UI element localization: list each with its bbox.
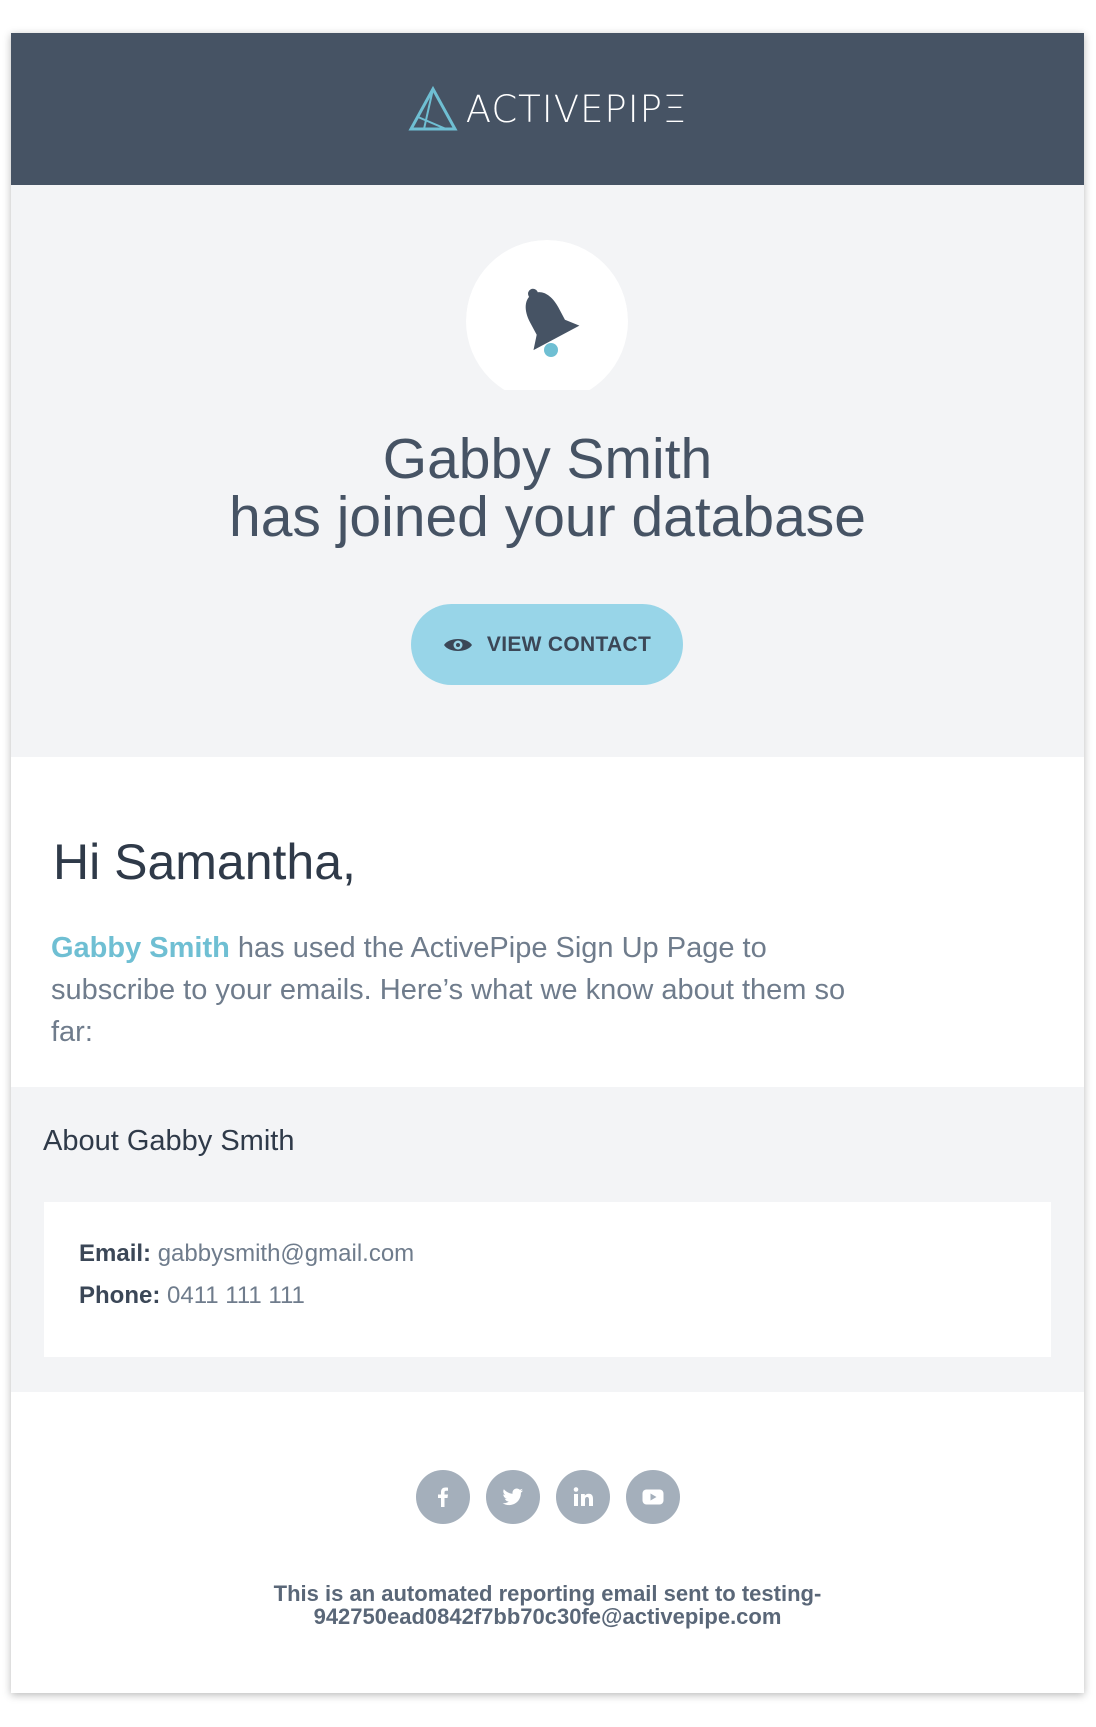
hero-title-name: Gabby Smith (382, 427, 713, 491)
email-container: ACTIVEPIPΞ Gabby Smith has joined your d… (11, 33, 1084, 1693)
footer-note-line2[interactable]: 942750ead0842f7bb70c30fe@activepipe.com (11, 1605, 1084, 1628)
hero-title-subtitle: has joined your database (229, 485, 866, 549)
greeting-salutation: Hi Samantha, (53, 834, 356, 890)
youtube-icon[interactable] (625, 1470, 680, 1524)
linkedin-icon[interactable] (555, 1470, 610, 1524)
about-section: About Gabby Smith Email: gabbysmith@gmai… (11, 1087, 1084, 1392)
bell-badge (466, 240, 628, 390)
email-value[interactable]: gabbysmith@gmail.com (158, 1240, 414, 1267)
eye-icon (443, 638, 472, 651)
email-footer: This is an automated reporting email sen… (11, 1392, 1084, 1693)
hero-title: Gabby Smith has joined your database (11, 430, 1084, 546)
footer-note-line1: This is an automated reporting email sen… (273, 1581, 822, 1606)
greeting-body: Gabby Smith has used the ActivePipe Sign… (51, 927, 891, 1053)
contact-name-link[interactable]: Gabby Smith (51, 932, 230, 964)
logo-wordmark: ACTIVEPIPΞ (465, 87, 688, 131)
contact-details-card: Email: gabbysmith@gmail.com Phone: 0411 … (44, 1202, 1051, 1357)
phone-row: Phone: 0411 111 111 (79, 1282, 305, 1310)
logo-triangle-icon (408, 86, 458, 131)
phone-value[interactable]: 0411 111 111 (167, 1282, 305, 1309)
social-links (11, 1470, 1084, 1524)
bell-icon (525, 288, 580, 357)
footer-note: This is an automated reporting email sen… (11, 1582, 1084, 1628)
email-row: Email: gabbysmith@gmail.com (79, 1240, 414, 1268)
email-label: Email: (79, 1240, 152, 1267)
greeting-section: Hi Samantha, Gabby Smith has used the Ac… (11, 757, 1084, 1087)
about-heading: About Gabby Smith (43, 1125, 295, 1157)
view-contact-label: VIEW CONTACT (486, 632, 652, 656)
phone-label: Phone: (79, 1282, 161, 1309)
hero-section: Gabby Smith has joined your database VIE… (11, 185, 1084, 757)
email-header: ACTIVEPIPΞ (11, 33, 1084, 185)
activepipe-logo[interactable]: ACTIVEPIPΞ (408, 86, 688, 132)
facebook-icon[interactable] (415, 1470, 470, 1524)
twitter-icon[interactable] (485, 1470, 540, 1524)
view-contact-button[interactable]: VIEW CONTACT (411, 604, 683, 685)
